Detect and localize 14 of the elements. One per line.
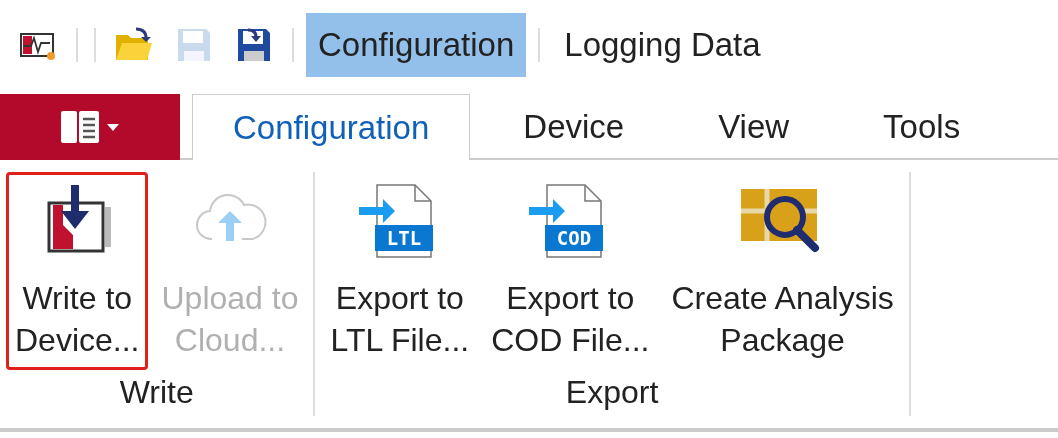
ribbon-tab[interactable]: View <box>677 94 831 158</box>
ribbon-button[interactable]: Write to Device... <box>6 172 149 370</box>
group-label: Write <box>119 374 194 411</box>
application-menu-button[interactable] <box>0 94 180 160</box>
ribbon-button[interactable]: LTL Export to LTL File... <box>321 172 479 370</box>
ribbon-button[interactable]: COD Export to COD File... <box>482 172 659 370</box>
mode-tab[interactable]: Logging Data <box>552 13 773 77</box>
mode-tab[interactable]: Configuration <box>306 13 527 77</box>
book-icon <box>59 109 121 145</box>
ribbon-tab[interactable]: Configuration <box>192 94 471 160</box>
group-label: Export <box>565 374 659 411</box>
ribbon-button[interactable]: Create Analysis Package <box>662 172 903 370</box>
ribbon-tab[interactable]: Tools <box>842 94 1002 158</box>
ribbon-tab[interactable]: Device <box>482 94 666 158</box>
